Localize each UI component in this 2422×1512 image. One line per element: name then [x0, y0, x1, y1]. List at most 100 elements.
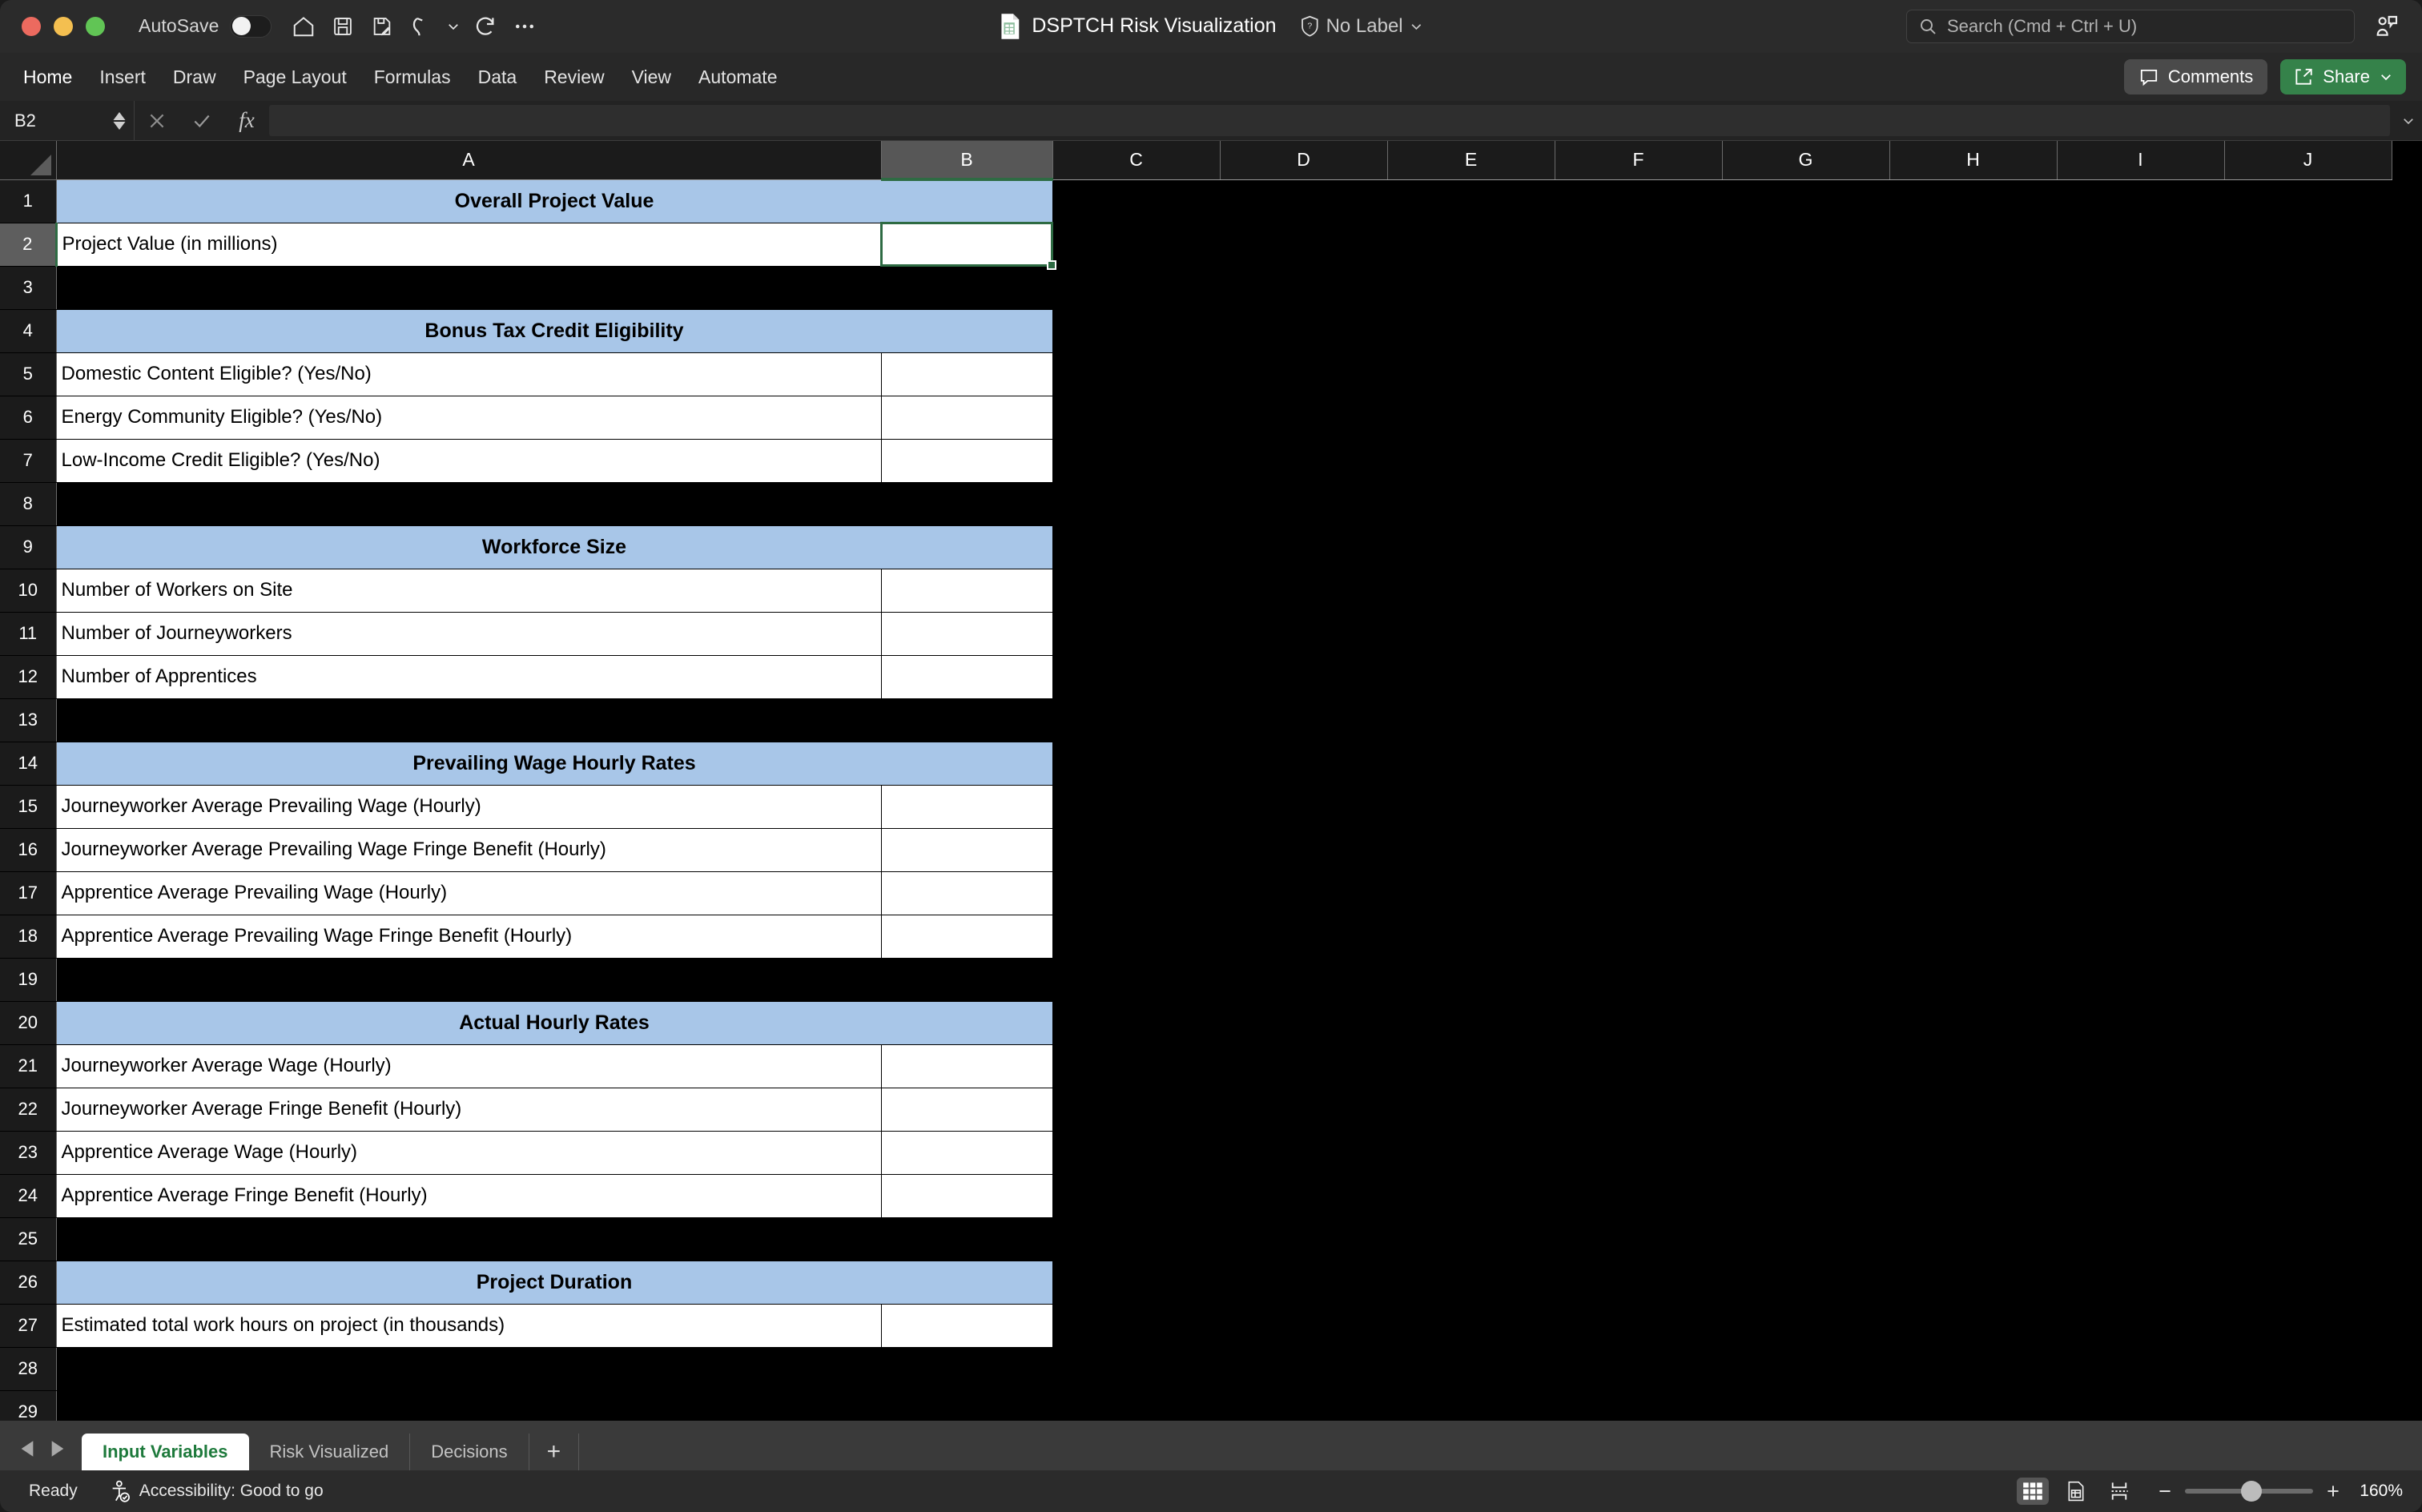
label-cell[interactable]: Low-Income Credit Eligible? (Yes/No) — [56, 439, 882, 483]
empty-cell[interactable] — [2057, 871, 2225, 915]
name-box[interactable]: B2 — [0, 101, 135, 140]
empty-cell[interactable] — [1555, 785, 1723, 829]
tab-view[interactable]: View — [618, 61, 685, 94]
value-cell[interactable] — [881, 1304, 1053, 1348]
empty-cell[interactable] — [1387, 1001, 1555, 1045]
empty-cell[interactable] — [1555, 309, 1723, 353]
column-header-i[interactable]: I — [2057, 141, 2225, 180]
empty-cell[interactable] — [1889, 1174, 2058, 1218]
empty-cell[interactable] — [1722, 698, 1890, 742]
empty-cell[interactable] — [2057, 569, 2225, 613]
empty-cell[interactable] — [56, 1217, 882, 1261]
column-header-j[interactable]: J — [2224, 141, 2392, 180]
empty-cell[interactable] — [2057, 1347, 2225, 1391]
empty-cell[interactable] — [881, 266, 1053, 310]
value-cell[interactable] — [881, 1088, 1053, 1132]
label-cell[interactable]: Apprentice Average Prevailing Wage (Hour… — [56, 871, 882, 915]
empty-cell[interactable] — [2057, 1044, 2225, 1088]
empty-cell[interactable] — [1052, 1390, 1221, 1421]
tab-data[interactable]: Data — [465, 61, 531, 94]
empty-cell[interactable] — [2057, 439, 2225, 483]
empty-cell[interactable] — [1555, 525, 1723, 569]
empty-cell[interactable] — [56, 1390, 882, 1421]
empty-cell[interactable] — [1555, 742, 1723, 786]
empty-cell[interactable] — [1889, 1001, 2058, 1045]
empty-cell[interactable] — [1889, 352, 2058, 396]
empty-cell[interactable] — [1555, 698, 1723, 742]
value-cell[interactable] — [881, 439, 1053, 483]
spreadsheet-grid[interactable]: A B C D E F G H I J 1 Overall Project Val… — [0, 141, 2422, 1421]
chevron-down-icon[interactable] — [2379, 70, 2393, 84]
label-cell[interactable]: Journeyworker Average Prevailing Wage Fr… — [56, 828, 882, 872]
tab-automate[interactable]: Automate — [685, 61, 791, 94]
next-sheet-icon[interactable] — [50, 1440, 66, 1458]
column-header-b[interactable]: B — [881, 141, 1053, 181]
row-header-17[interactable]: 17 — [0, 871, 57, 915]
empty-cell[interactable] — [1052, 266, 1221, 310]
empty-cell[interactable] — [1555, 179, 1723, 223]
column-header-f[interactable]: F — [1555, 141, 1723, 180]
empty-cell[interactable] — [1387, 1088, 1555, 1132]
empty-cell[interactable] — [1387, 569, 1555, 613]
empty-cell[interactable] — [1889, 525, 2058, 569]
empty-cell[interactable] — [1722, 1088, 1890, 1132]
empty-cell[interactable] — [1052, 742, 1221, 786]
row-header-21[interactable]: 21 — [0, 1044, 57, 1088]
empty-cell[interactable] — [1387, 482, 1555, 526]
empty-cell[interactable] — [2057, 1390, 2225, 1421]
empty-cell[interactable] — [1052, 309, 1221, 353]
empty-cell[interactable] — [1052, 828, 1221, 872]
empty-cell[interactable] — [2224, 1131, 2392, 1175]
empty-cell[interactable] — [56, 698, 882, 742]
zoom-slider-handle[interactable] — [2241, 1481, 2263, 1502]
empty-cell[interactable] — [1220, 958, 1388, 1002]
value-cell[interactable] — [881, 396, 1053, 440]
section-header-cell[interactable]: Bonus Tax Credit Eligibility — [56, 309, 1053, 353]
sheet-tab-input-variables[interactable]: Input Variables — [82, 1434, 249, 1470]
empty-cell[interactable] — [2224, 1261, 2392, 1305]
empty-cell[interactable] — [1722, 1304, 1890, 1348]
save-icon[interactable] — [325, 9, 360, 44]
empty-cell[interactable] — [1052, 655, 1221, 699]
home-icon[interactable] — [286, 9, 321, 44]
empty-cell[interactable] — [1387, 1261, 1555, 1305]
empty-cell[interactable] — [2224, 785, 2392, 829]
empty-cell[interactable] — [1889, 1304, 2058, 1348]
zoom-slider[interactable] — [2185, 1481, 2313, 1502]
fill-handle[interactable] — [1047, 260, 1056, 270]
empty-cell[interactable] — [1722, 1131, 1890, 1175]
sheet-tab-decisions[interactable]: Decisions — [410, 1434, 529, 1470]
empty-cell[interactable] — [1220, 1174, 1388, 1218]
empty-cell[interactable] — [1722, 742, 1890, 786]
empty-cell[interactable] — [1387, 1131, 1555, 1175]
row-header-26[interactable]: 26 — [0, 1261, 57, 1305]
value-cell[interactable] — [881, 828, 1053, 872]
empty-cell[interactable] — [1052, 439, 1221, 483]
empty-cell[interactable] — [1722, 871, 1890, 915]
sheet-nav-arrows[interactable] — [8, 1440, 82, 1470]
section-header-cell[interactable]: Workforce Size — [56, 525, 1053, 569]
save-as-icon[interactable] — [364, 9, 400, 44]
row-header-7[interactable]: 7 — [0, 439, 57, 483]
empty-cell[interactable] — [1889, 439, 2058, 483]
empty-cell[interactable] — [2224, 742, 2392, 786]
label-cell[interactable]: Number of Workers on Site — [56, 569, 882, 613]
empty-cell[interactable] — [1722, 1174, 1890, 1218]
tab-review[interactable]: Review — [530, 61, 618, 94]
empty-cell[interactable] — [1052, 1261, 1221, 1305]
empty-cell[interactable] — [56, 266, 882, 310]
empty-cell[interactable] — [1555, 569, 1723, 613]
value-cell[interactable] — [881, 915, 1053, 959]
empty-cell[interactable] — [1722, 828, 1890, 872]
empty-cell[interactable] — [1722, 915, 1890, 959]
empty-cell[interactable] — [1722, 439, 1890, 483]
empty-cell[interactable] — [1889, 1261, 2058, 1305]
empty-cell[interactable] — [1052, 569, 1221, 613]
empty-cell[interactable] — [881, 698, 1053, 742]
empty-cell[interactable] — [1722, 482, 1890, 526]
empty-cell[interactable] — [1387, 698, 1555, 742]
column-header-d[interactable]: D — [1220, 141, 1388, 180]
empty-cell[interactable] — [1220, 698, 1388, 742]
empty-cell[interactable] — [1555, 439, 1723, 483]
row-header-8[interactable]: 8 — [0, 482, 57, 526]
